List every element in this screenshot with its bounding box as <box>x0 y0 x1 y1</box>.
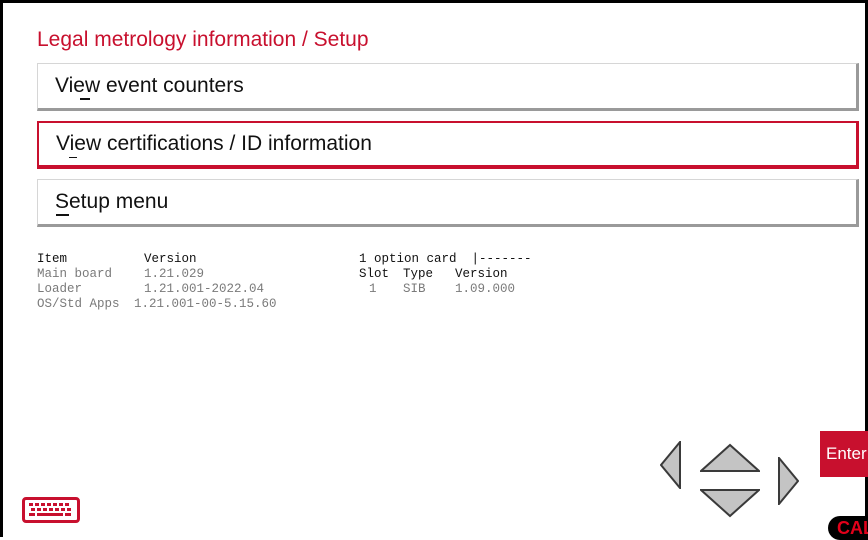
arrow-left-icon[interactable] <box>660 441 682 489</box>
version-value: 1.21.029 <box>144 267 205 281</box>
keyboard-button[interactable] <box>22 497 80 523</box>
version-item-name: OS/Std Apps <box>37 297 120 311</box>
keyboard-icon <box>29 503 71 516</box>
cal-logo: CAL <box>828 516 868 540</box>
option-card-type: SIB <box>403 282 426 296</box>
option-card-slot: 1 <box>369 282 377 296</box>
version-item-name: Loader <box>37 282 83 296</box>
column-header-version: Version <box>455 267 508 281</box>
enter-button[interactable]: Enter <box>820 431 868 477</box>
arrow-down-icon[interactable] <box>700 488 760 518</box>
menu-item-label: View event counters <box>55 74 244 97</box>
arrow-up-icon[interactable] <box>700 443 760 473</box>
option-card-version: 1.09.000 <box>455 282 516 296</box>
version-value: 1.21.001-2022.04 <box>144 282 265 296</box>
version-item-name: Main board <box>37 267 113 281</box>
option-card-summary: 1 option card |------- <box>359 252 532 266</box>
arrow-right-icon[interactable] <box>777 457 799 505</box>
version-value: 1.21.001-00-5.15.60 <box>134 297 277 311</box>
mnemonic-underline <box>69 157 77 158</box>
column-header-version: Version <box>144 252 197 266</box>
setup-menu-button[interactable]: Setup menu <box>37 179 859 227</box>
page-title: Legal metrology information / Setup <box>37 28 369 51</box>
mnemonic-underline <box>80 98 90 100</box>
mnemonic-underline <box>56 214 69 216</box>
view-event-counters-button[interactable]: View event counters <box>37 63 859 111</box>
terminal-screen: Legal metrology information / Setup View… <box>0 0 868 540</box>
menu-item-label: Setup menu <box>55 190 169 213</box>
column-header-item: Item <box>37 252 68 266</box>
column-header-slot: Slot <box>359 267 390 281</box>
view-certifications-button[interactable]: View certifications / ID information <box>37 121 859 169</box>
menu-item-label: View certifications / ID information <box>56 132 372 155</box>
column-header-type: Type <box>403 267 434 281</box>
